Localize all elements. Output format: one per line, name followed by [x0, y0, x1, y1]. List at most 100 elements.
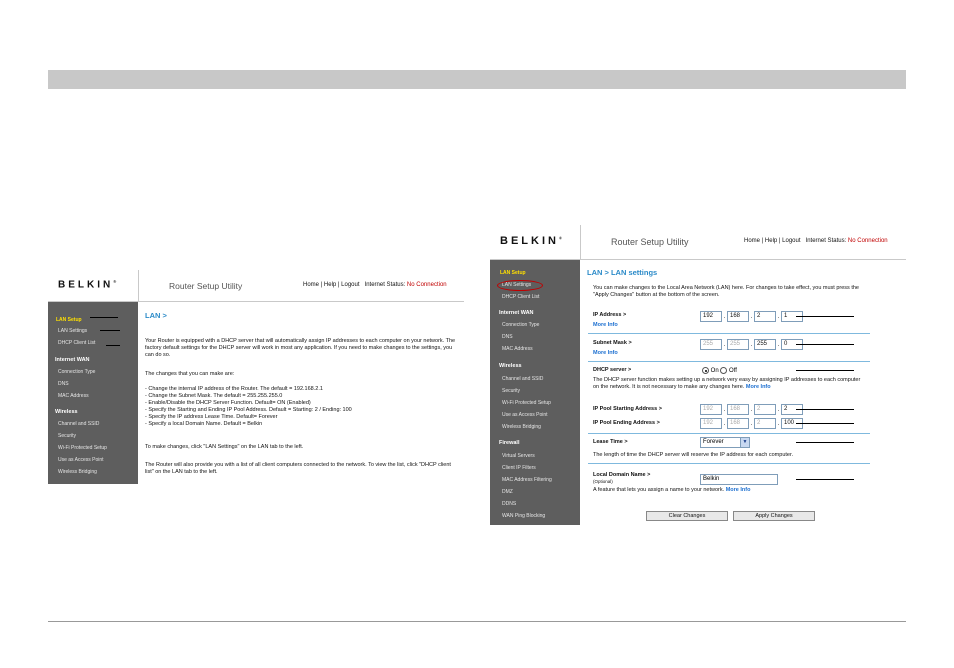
top-nav: Home | Help | Logout Internet Status: No…: [744, 238, 888, 244]
domain-description: A feature that lets you assign a name to…: [593, 487, 751, 493]
top-bar: [48, 70, 906, 89]
sidebar-item-channel-ssid[interactable]: Channel and SSID: [502, 376, 543, 382]
pool-end-octet-2: 168: [727, 418, 749, 429]
sidebar-item-lan-setup[interactable]: LAN Setup: [500, 270, 526, 276]
app-title: Router Setup Utility: [611, 237, 689, 247]
sidebar-item-wps[interactable]: Wi-Fi Protected Setup: [502, 400, 551, 406]
lease-time-select[interactable]: Forever ▼: [700, 437, 750, 448]
callout-line: [106, 345, 120, 346]
home-link[interactable]: Home: [303, 282, 319, 288]
callout-line: [796, 316, 854, 317]
sidebar-item-wireless-bridging[interactable]: Wireless Bridging: [58, 469, 97, 475]
callout-line: [100, 330, 120, 331]
sidebar-item-access-point[interactable]: Use as Access Point: [502, 412, 548, 418]
sidebar-item-ddns[interactable]: DDNS: [502, 501, 516, 507]
dhcp-off-label: Off: [729, 368, 737, 375]
sidebar-item-dmz[interactable]: DMZ: [502, 489, 513, 495]
pool-end-octet-1: 192: [700, 418, 722, 429]
pool-start-octet-2: 168: [727, 404, 749, 415]
ip-octet-2[interactable]: 168: [727, 311, 749, 322]
domain-name-input[interactable]: Belkin: [700, 474, 778, 485]
belkin-logo: BELKIN®: [58, 279, 117, 291]
sidebar-item-mac-address[interactable]: MAC Address: [502, 346, 533, 352]
ip-octet-3[interactable]: 2: [754, 311, 776, 322]
ip-octet-1[interactable]: 192: [700, 311, 722, 322]
callout-line: [796, 344, 854, 345]
list-item: - Change the internal IP address of the …: [145, 386, 323, 392]
sidebar-item-client-ip-filters[interactable]: Client IP Filters: [502, 465, 536, 471]
subnet-mask-input: 255. 255. 255. 0: [700, 339, 803, 350]
subnet-octet-1: 255: [700, 339, 722, 350]
ip-more-info-link[interactable]: More Info: [593, 322, 618, 328]
sidebar-item-lan-settings[interactable]: LAN Settings: [58, 328, 87, 334]
pool-start-input: 192. 168. 2. 2: [700, 404, 803, 415]
lan-settings-window: BELKIN® Router Setup Utility Home | Help…: [490, 225, 906, 525]
sidebar-item-connection-type[interactable]: Connection Type: [502, 322, 539, 328]
domain-more-info-link[interactable]: More Info: [726, 487, 751, 493]
sidebar-item-dns[interactable]: DNS: [502, 334, 513, 340]
subnet-octet-3[interactable]: 255: [754, 339, 776, 350]
dhcp-server-label: DHCP server >: [593, 367, 632, 373]
sidebar-section-wireless: Wireless: [499, 363, 522, 369]
dhcp-on-label: On: [710, 368, 719, 375]
sidebar-item-connection-type[interactable]: Connection Type: [58, 369, 95, 375]
list-item: - Change the Subnet Mask. The default = …: [145, 393, 283, 399]
home-link[interactable]: Home: [744, 238, 760, 244]
header: BELKIN® Router Setup Utility Home | Help…: [490, 225, 906, 260]
header: BELKIN® Router Setup Utility Home | Help…: [48, 270, 464, 302]
chevron-down-icon: ▼: [740, 438, 749, 447]
sidebar-item-channel-ssid[interactable]: Channel and SSID: [58, 421, 99, 427]
lan-overview-window: BELKIN® Router Setup Utility Home | Help…: [48, 270, 464, 484]
pool-start-label: IP Pool Starting Address >: [593, 406, 662, 412]
sidebar-item-mac-address[interactable]: MAC Address: [58, 393, 89, 399]
logout-link[interactable]: Logout: [782, 238, 800, 244]
clear-changes-button[interactable]: Clear Changes: [646, 511, 728, 521]
sidebar-item-mac-filtering[interactable]: MAC Address Filtering: [502, 477, 552, 483]
callout-line: [796, 479, 854, 480]
sidebar-section-wireless: Wireless: [55, 409, 78, 415]
intro-text: You can make changes to the Local Area N…: [593, 285, 859, 298]
separator: [588, 333, 870, 334]
help-link[interactable]: Help: [765, 238, 777, 244]
sidebar-item-access-point[interactable]: Use as Access Point: [58, 457, 104, 463]
sidebar-section-internet-wan: Internet WAN: [55, 357, 90, 363]
dhcp-off-radio[interactable]: [720, 367, 728, 374]
dhcp-radio-group: On Off: [702, 367, 737, 374]
pool-end-label: IP Pool Ending Address >: [593, 420, 660, 426]
sidebar-item-dhcp-client-list[interactable]: DHCP Client List: [58, 340, 95, 346]
sidebar-item-wireless-bridging[interactable]: Wireless Bridging: [502, 424, 541, 430]
list-item: - Specify the Starting and Ending IP Poo…: [145, 407, 352, 413]
callout-line: [90, 317, 118, 318]
bottom-rule: [48, 621, 906, 622]
apply-changes-button[interactable]: Apply Changes: [733, 511, 815, 521]
belkin-logo: BELKIN®: [500, 235, 562, 247]
callout-line: [796, 409, 854, 410]
page-heading: LAN > LAN settings: [587, 268, 658, 277]
domain-optional-label: (Optional): [593, 479, 613, 484]
header-divider: [580, 225, 581, 260]
pool-start-octet-1: 192: [700, 404, 722, 415]
pool-end-octet-3: 2: [754, 418, 776, 429]
dhcp-on-radio[interactable]: [702, 367, 709, 374]
subnet-more-info-link[interactable]: More Info: [593, 350, 618, 356]
sidebar-item-virtual-servers[interactable]: Virtual Servers: [502, 453, 535, 459]
subnet-mask-label: Subnet Mask >: [593, 340, 632, 346]
sidebar-item-wps[interactable]: Wi-Fi Protected Setup: [58, 445, 107, 451]
help-link[interactable]: Help: [324, 282, 336, 288]
callout-line: [796, 423, 854, 424]
dhcp-more-info-link[interactable]: More Info: [746, 384, 771, 390]
sidebar-item-lan-setup[interactable]: LAN Setup: [56, 317, 82, 323]
app-title: Router Setup Utility: [169, 281, 243, 291]
sidebar-item-dhcp-client-list[interactable]: DHCP Client List: [502, 294, 539, 300]
sidebar-item-security[interactable]: Security: [58, 433, 76, 439]
sidebar: LAN Setup LAN Settings DHCP Client List …: [48, 302, 138, 484]
sidebar-item-dns[interactable]: DNS: [58, 381, 69, 387]
separator: [588, 361, 870, 362]
changes-list: - Change the internal IP address of the …: [145, 386, 457, 428]
page-heading: LAN >: [145, 311, 167, 320]
sidebar-item-wan-ping-blocking[interactable]: WAN Ping Blocking: [502, 513, 545, 519]
highlight-circle: [497, 280, 543, 291]
dhcp-description: The DHCP server function makes setting u…: [593, 377, 861, 390]
sidebar-item-security[interactable]: Security: [502, 388, 520, 394]
logout-link[interactable]: Logout: [341, 282, 359, 288]
